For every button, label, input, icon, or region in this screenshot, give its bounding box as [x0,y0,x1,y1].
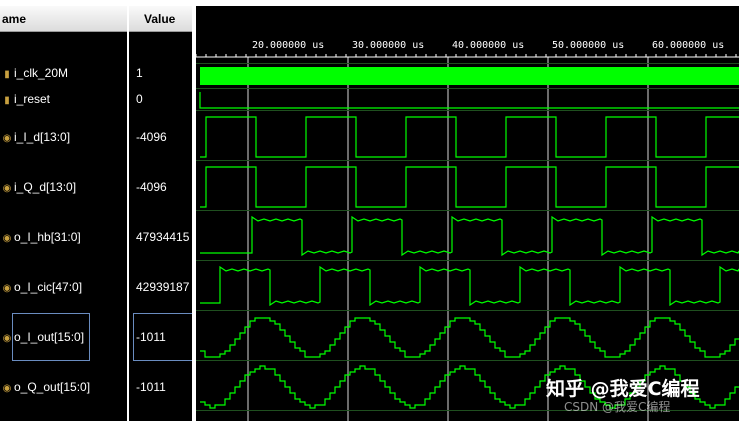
bus-signal-icon: ◉ [2,233,12,244]
signal-name: i_I_d[13:0] [14,130,71,144]
csdn-watermark: CSDN @我爱C编程 [564,400,671,414]
signal-value: -4096 [136,130,167,144]
clock-trace [200,67,739,85]
signal-value: 42939187 [136,280,190,294]
bit-signal-icon: ▮ [4,69,10,80]
signal-names-panel: ame ▮ i_clk_20M ▮ i_reset ◉ i_I_d[13:0] ◉ i_… [0,0,127,421]
signal-row-i-reset[interactable]: ▮ i_reset [0,89,127,109]
signal-row-o-i-hb[interactable]: ◉ o_I_hb[31:0] [0,227,127,247]
signal-name: o_I_hb[31:0] [14,230,81,244]
o-i-out-trace [200,317,739,358]
i-d-trace [200,116,739,158]
o-i-cic-trace [200,265,739,307]
ruler-label: 30.000000 us [352,40,424,51]
signal-name: o_I_out[15:0] [14,330,85,344]
ruler-label: 20.000000 us [252,40,324,51]
signal-name: o_I_cic[47:0] [14,280,83,294]
ruler-label: 60.000000 us [652,40,724,51]
signal-row-i-clk[interactable]: ▮ i_clk_20M [0,63,127,83]
waveform-canvas[interactable]: 20.000000 us 30.000000 us 40.000000 us 5… [195,0,739,421]
signal-row-o-q-out[interactable]: ◉ o_Q_out[15:0] [0,377,127,397]
signal-row-o-i-out[interactable]: ◉ o_I_out[15:0] [0,327,127,347]
signal-name: o_Q_out[15:0] [14,380,91,394]
bus-signal-icon: ◉ [2,333,12,344]
signal-name: i_Q_d[13:0] [14,180,77,194]
cursor-lines [247,57,649,421]
waveform-panel[interactable]: 20.000000 us 30.000000 us 40.000000 us 5… [195,0,739,421]
ruler-labels: 20.000000 us 30.000000 us 40.000000 us 5… [252,40,724,51]
signal-value: 1 [136,66,143,80]
bus-signal-icon: ◉ [2,183,12,194]
signal-value: -1011 [136,380,166,394]
bus-signal-icon: ◉ [2,383,12,394]
bit-signal-icon: ▮ [4,95,10,106]
zhihu-watermark: 知乎 @我爱C编程 [546,378,700,400]
signal-row-i-q-d[interactable]: ◉ i_Q_d[13:0] [0,177,127,197]
signal-name: i_clk_20M [14,66,69,80]
panel-top-strip [196,0,739,6]
signal-traces [199,67,739,409]
signal-row-i-i-d[interactable]: ◉ i_I_d[13:0] [0,127,127,147]
value-column-header[interactable]: Value [129,6,192,32]
signal-row-o-i-cic[interactable]: ◉ o_I_cic[47:0] [0,277,127,297]
ruler-label: 50.000000 us [552,40,624,51]
reset-trace [199,92,739,109]
bus-signal-icon: ◉ [2,283,12,294]
signal-separators [196,63,739,411]
o-i-hb-trace [200,215,739,257]
signal-value: 47934415 [136,230,190,244]
signal-values-panel: Value 1 0 -4096 -4096 47934415 42939187 … [129,0,193,421]
name-column-header[interactable]: ame [0,6,127,32]
time-ruler[interactable] [195,54,739,58]
q-d-trace [200,166,739,208]
bus-signal-icon: ◉ [2,133,12,144]
signal-name: i_reset [14,92,51,106]
ruler-label: 40.000000 us [452,40,524,51]
signal-value: -4096 [136,180,167,194]
signal-value: -1011 [136,330,166,344]
signal-value: 0 [136,92,143,106]
